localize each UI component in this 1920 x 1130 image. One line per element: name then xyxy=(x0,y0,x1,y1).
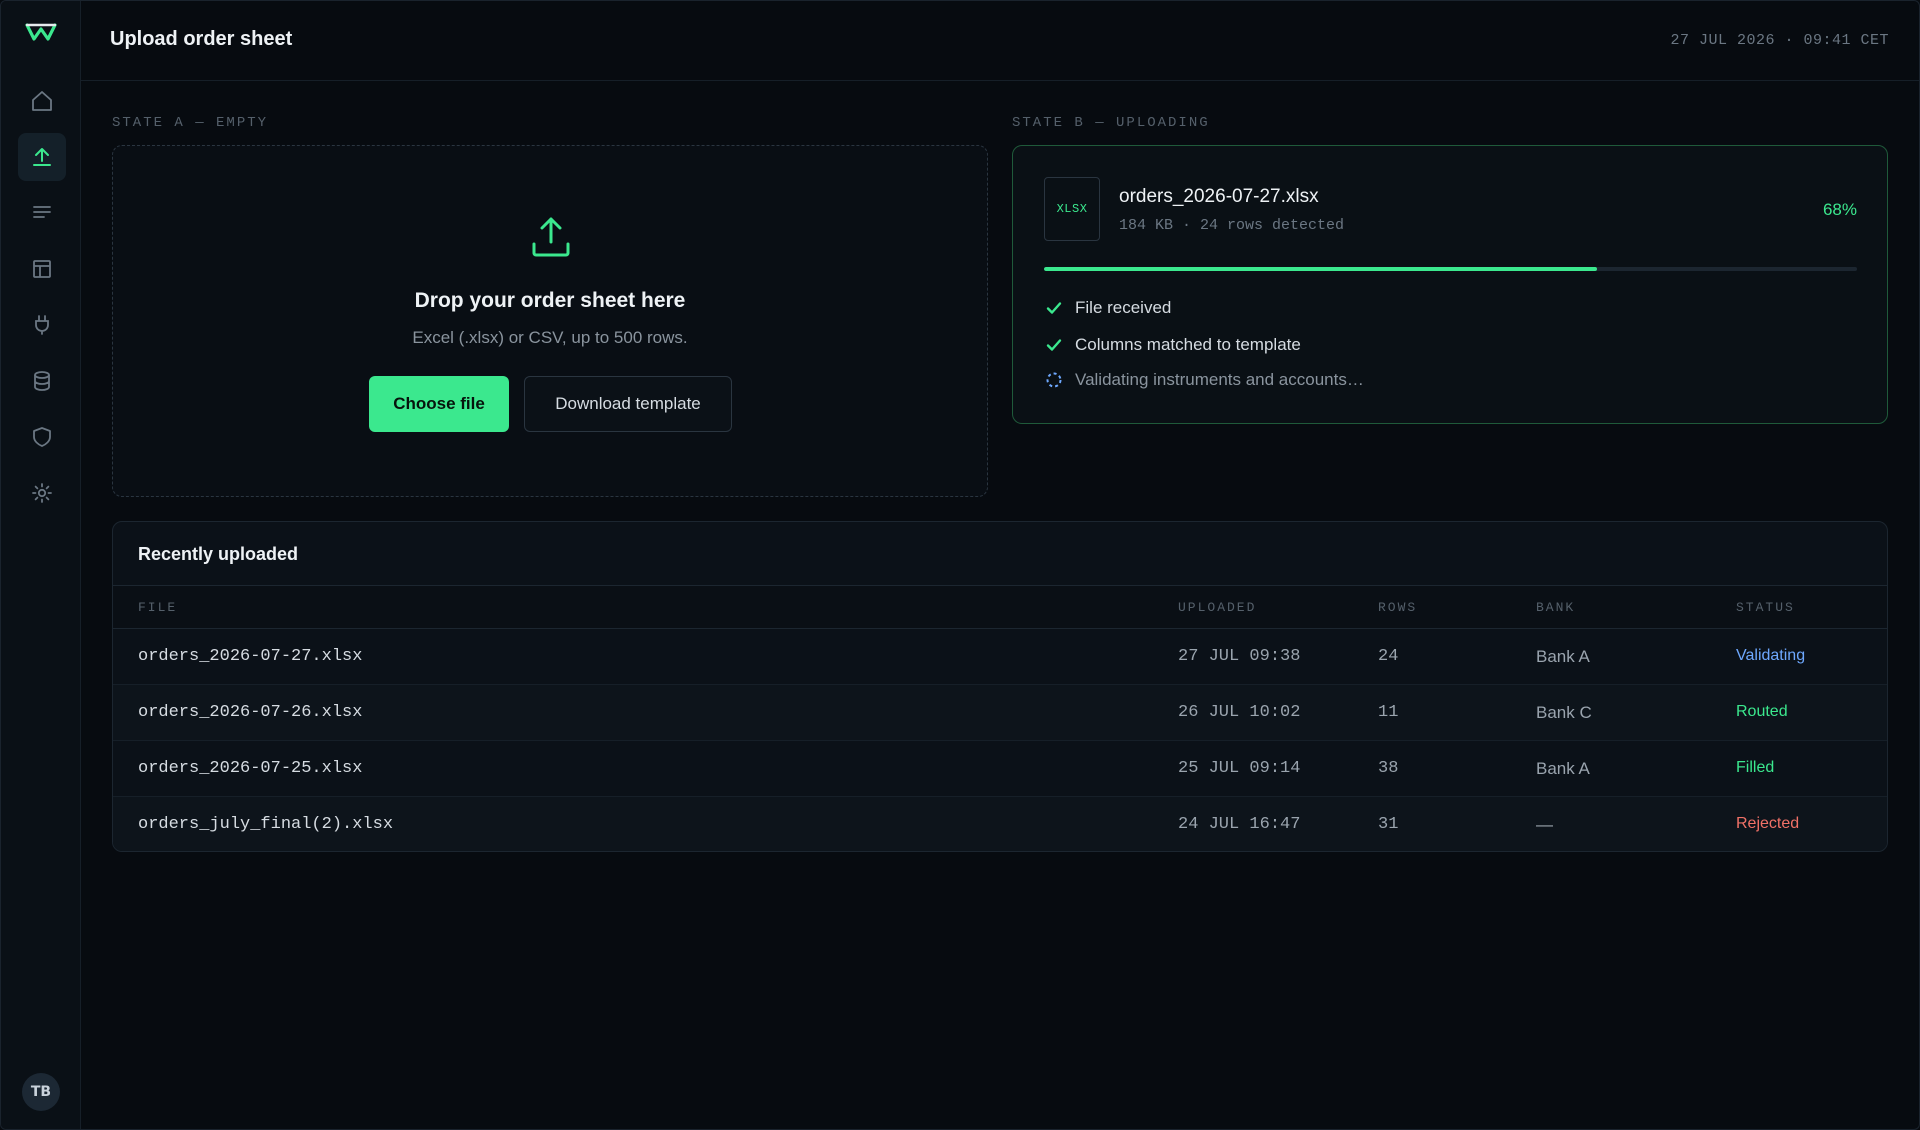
status-badge: Routed xyxy=(1736,703,1788,720)
step-validating: Validating instruments and accounts… xyxy=(1044,368,1364,392)
step-label: File received xyxy=(1075,298,1172,317)
table-row[interactable]: orders_2026-07-25.xlsx 25 JUL 09:14 38 Bank… xyxy=(113,741,1887,797)
rows-cell: 24 xyxy=(1378,647,1399,666)
uploaded-cell: 24 JUL 16:47 xyxy=(1178,815,1301,834)
sidebar-item-data[interactable] xyxy=(18,357,66,405)
column-header-file[interactable]: FILE xyxy=(138,600,177,615)
file-cell: orders_2026-07-27.xlsx xyxy=(138,647,363,666)
file-cell: orders_july_final(2).xlsx xyxy=(138,815,394,834)
uploaded-cell: 27 JUL 09:38 xyxy=(1178,647,1301,666)
progress-bar-fill xyxy=(1044,267,1597,271)
step-label: Validating instruments and accounts… xyxy=(1075,370,1364,389)
rows-cell: 11 xyxy=(1378,703,1399,722)
file-type-badge: XLSX xyxy=(1044,177,1100,241)
uploading-file-name: orders_2026-07-27.xlsx xyxy=(1119,186,1319,207)
bank-cell: Bank C xyxy=(1536,703,1592,722)
file-cell: orders_2026-07-26.xlsx xyxy=(138,703,363,722)
header: Upload order sheet 27 JUL 2026 · 09:41 C… xyxy=(81,1,1919,81)
choose-file-button[interactable]: Choose file xyxy=(369,376,509,432)
avatar[interactable]: TB xyxy=(22,1073,60,1111)
table-header: FILE UPLOADED ROWS BANK STATUS xyxy=(113,585,1887,629)
step-label: Columns matched to template xyxy=(1075,335,1301,354)
home-icon xyxy=(32,91,52,111)
uploaded-cell: 26 JUL 10:02 xyxy=(1178,703,1301,722)
column-header-uploaded[interactable]: UPLOADED xyxy=(1178,600,1256,615)
sidebar-item-settings[interactable] xyxy=(18,469,66,517)
column-header-status[interactable]: STATUS xyxy=(1736,600,1795,615)
sidebar: TB xyxy=(1,1,81,1129)
layout-icon xyxy=(33,260,51,278)
step-columns-matched: Columns matched to template xyxy=(1044,333,1301,357)
check-icon xyxy=(1044,335,1064,355)
sidebar-item-layout[interactable] xyxy=(18,245,66,293)
state-a-label: STATE A — EMPTY xyxy=(112,115,269,131)
gear-icon xyxy=(32,483,52,503)
bank-cell: Bank A xyxy=(1536,647,1590,666)
upload-icon xyxy=(33,148,51,166)
upload-icon xyxy=(532,217,570,257)
list-icon xyxy=(33,206,51,218)
recent-uploads-table: Recently uploaded FILE UPLOADED ROWS BAN… xyxy=(112,521,1888,852)
table-title: Recently uploaded xyxy=(138,544,299,564)
upload-progress-card: XLSX orders_2026-07-27.xlsx 184 KB · 24 … xyxy=(1012,145,1888,424)
sidebar-item-integrations[interactable] xyxy=(18,301,66,349)
plug-icon xyxy=(35,315,49,335)
column-header-rows[interactable]: ROWS xyxy=(1378,600,1417,615)
table-row[interactable]: orders_2026-07-27.xlsx 27 JUL 09:38 24 Bank… xyxy=(113,629,1887,685)
shield-icon xyxy=(33,427,51,447)
bank-cell: — xyxy=(1536,815,1553,834)
check-icon xyxy=(1044,298,1064,318)
sidebar-item-security[interactable] xyxy=(18,413,66,461)
app-window: TB Upload order sheet 27 JUL 2026 · 09:4… xyxy=(0,0,1920,1130)
spinner-icon xyxy=(1044,370,1064,390)
logo-icon[interactable] xyxy=(25,21,57,45)
drop-title: Drop your order sheet here xyxy=(414,289,686,312)
rows-cell: 31 xyxy=(1378,815,1399,834)
file-cell: orders_2026-07-25.xlsx xyxy=(138,759,363,778)
table-row[interactable]: orders_july_final(2).xlsx 24 JUL 16:47 31 —… xyxy=(113,797,1887,851)
status-badge: Validating xyxy=(1736,647,1806,664)
uploading-file-meta: 184 KB · 24 rows detected xyxy=(1119,217,1345,234)
status-badge: Rejected xyxy=(1736,815,1800,832)
database-icon xyxy=(34,371,50,391)
sidebar-item-upload[interactable] xyxy=(18,133,66,181)
column-header-bank[interactable]: BANK xyxy=(1536,600,1575,615)
rows-cell: 38 xyxy=(1378,759,1399,778)
state-b-label: STATE B — UPLOADING xyxy=(1012,115,1210,131)
drop-zone[interactable]: Drop your order sheet here Excel (.xlsx)… xyxy=(112,145,988,497)
drop-subtitle: Excel (.xlsx) or CSV, up to 500 rows. xyxy=(412,328,688,347)
page-title: Upload order sheet xyxy=(110,28,293,50)
status-badge: Filled xyxy=(1736,759,1775,776)
table-row[interactable]: orders_2026-07-26.xlsx 26 JUL 10:02 11 Bank… xyxy=(113,685,1887,741)
step-file-received: File received xyxy=(1044,296,1171,320)
progress-bar xyxy=(1044,267,1857,271)
download-template-button[interactable]: Download template xyxy=(524,376,732,432)
bank-cell: Bank A xyxy=(1536,759,1590,778)
upload-percent: 68% xyxy=(1822,200,1857,219)
sidebar-item-home[interactable] xyxy=(18,77,66,125)
uploaded-cell: 25 JUL 09:14 xyxy=(1178,759,1301,778)
header-datetime: 27 JUL 2026 · 09:41 CET xyxy=(1670,32,1889,49)
sidebar-item-orders[interactable] xyxy=(18,189,66,237)
